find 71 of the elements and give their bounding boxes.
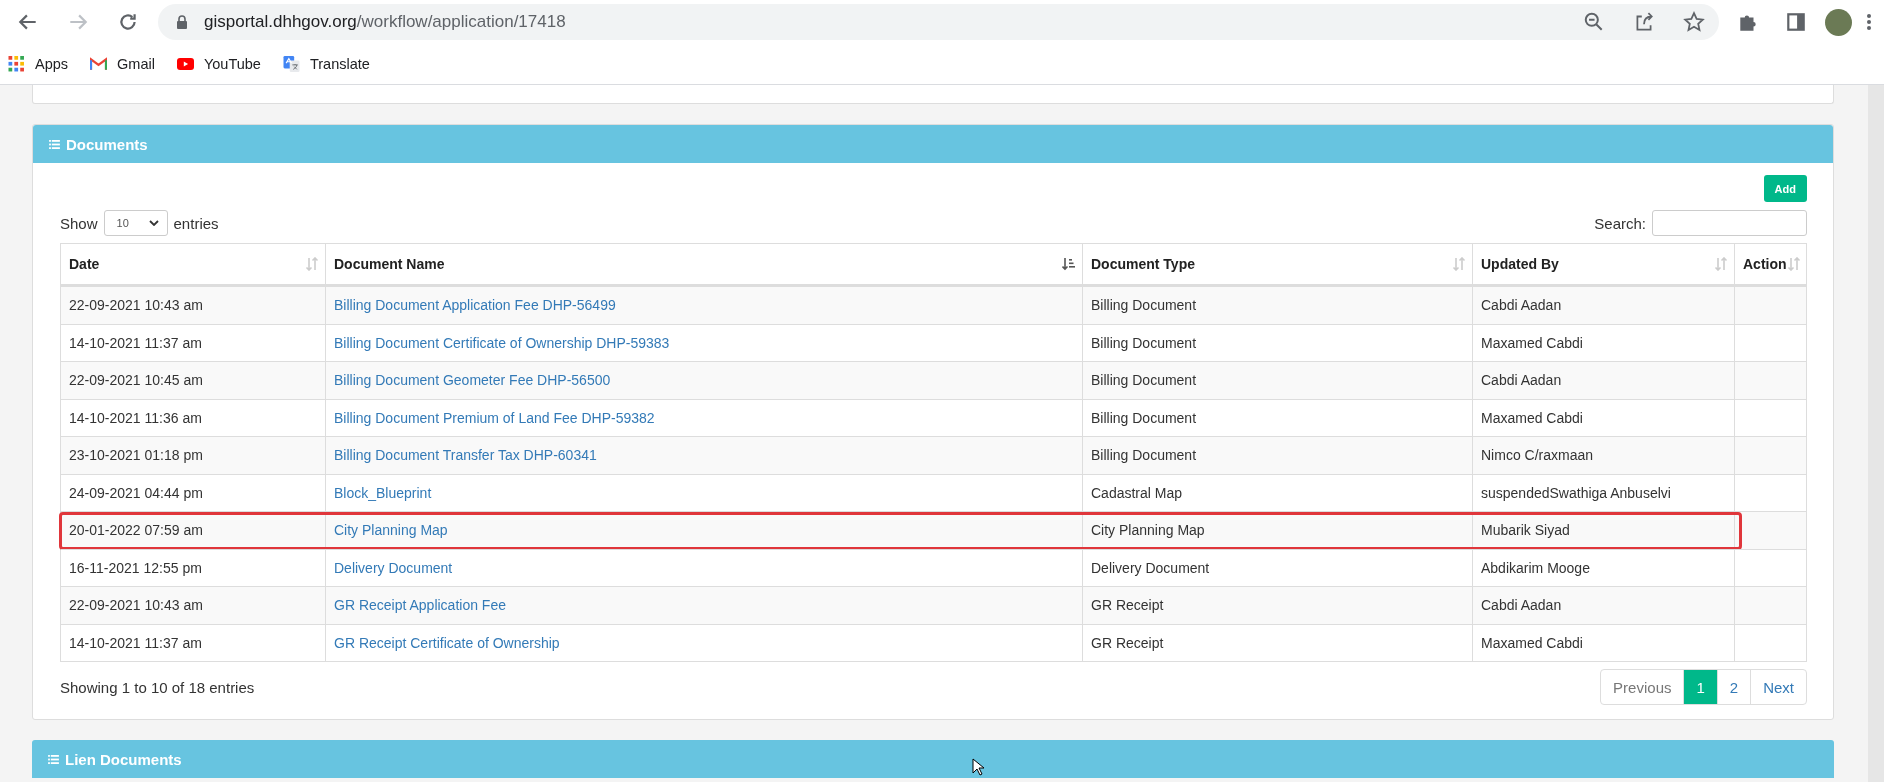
pagination-button[interactable]: 2 bbox=[1716, 670, 1751, 704]
document-link[interactable]: Billing Document Geometer Fee DHP-56500 bbox=[334, 372, 611, 389]
document-link[interactable]: City Planning Map bbox=[334, 522, 448, 539]
pagination-button[interactable]: Next bbox=[1750, 670, 1806, 704]
profile-avatar[interactable] bbox=[1825, 8, 1852, 36]
date-cell-text: 23-10-2021 01:18 pm bbox=[68, 446, 204, 466]
date-cell-text: 22-09-2021 10:43 am bbox=[68, 596, 204, 616]
updated-by-cell: Maxamed Cabdi bbox=[1472, 624, 1734, 661]
mail-icon bbox=[90, 56, 108, 72]
play-icon bbox=[176, 56, 194, 72]
column-header[interactable]: Action bbox=[1734, 244, 1807, 284]
more-icon[interactable] bbox=[1866, 12, 1872, 32]
updated-by-cell: Cabdi Aadan bbox=[1472, 362, 1734, 399]
bookmark[interactable]: Apps bbox=[8, 56, 69, 72]
bookmark[interactable]: Translate bbox=[282, 56, 370, 72]
side-panel-icon[interactable] bbox=[1785, 11, 1807, 33]
date-cell-text: 14-10-2021 11:37 am bbox=[68, 633, 203, 653]
panel-title: Lien Documents bbox=[65, 750, 182, 768]
updated-by-cell: Cabdi Aadan bbox=[1472, 287, 1734, 324]
column-header[interactable]: Date bbox=[61, 244, 325, 284]
document-link[interactable]: Delivery Document bbox=[334, 559, 453, 576]
date-cell-text: 22-09-2021 10:45 am bbox=[68, 371, 204, 391]
document-type-cell: GR Receipt bbox=[1082, 624, 1472, 661]
zoom-out-icon[interactable] bbox=[1583, 11, 1605, 33]
add-button[interactable]: Add bbox=[1763, 175, 1807, 202]
document-link[interactable]: GR Receipt Application Fee bbox=[334, 597, 506, 614]
search-label: Search: bbox=[1594, 214, 1646, 232]
document-link[interactable]: GR Receipt Certificate of Ownership bbox=[334, 634, 560, 651]
document-link[interactable]: Billing Document Premium of Land Fee DHP-59382 bbox=[334, 409, 655, 426]
updated-by-cell: Nimco C/raxmaan bbox=[1472, 437, 1734, 474]
pagination-button[interactable]: 1 bbox=[1683, 670, 1717, 704]
bookmark[interactable]: YouTube bbox=[176, 56, 261, 72]
date-cell-text: 14-10-2021 11:37 am bbox=[68, 333, 203, 353]
entries-info: Showing 1 to 10 of 18 entries bbox=[60, 678, 255, 696]
mouse-cursor-icon bbox=[972, 758, 984, 776]
reload-icon[interactable] bbox=[117, 11, 139, 33]
date-cell-text: 22-09-2021 10:43 am bbox=[68, 296, 204, 316]
document-link[interactable]: Block_Blueprint bbox=[334, 484, 432, 501]
list-icon bbox=[48, 754, 59, 764]
chevron-down-icon bbox=[148, 220, 159, 226]
panel-title: Documents bbox=[66, 135, 148, 153]
pagination-button[interactable]: Previous bbox=[1601, 670, 1684, 704]
document-type-cell: GR Receipt bbox=[1082, 587, 1472, 624]
list-icon bbox=[49, 139, 60, 149]
document-type-cell: Billing Document bbox=[1082, 362, 1472, 399]
translate-icon bbox=[282, 56, 300, 72]
document-link[interactable]: Billing Document Application Fee DHP-56499 bbox=[334, 297, 616, 314]
column-header[interactable]: Document Name bbox=[325, 244, 1082, 284]
updated-by-cell: Cabdi Aadan bbox=[1472, 587, 1734, 624]
document-type-cell: Billing Document bbox=[1082, 287, 1472, 324]
document-link[interactable]: Billing Document Certificate of Ownership DHP-59383 bbox=[334, 334, 670, 351]
grid-icon bbox=[8, 56, 25, 72]
date-cell-text: 24-09-2021 04:44 pm bbox=[68, 483, 204, 503]
address-bar[interactable]: gisportal.dhhgov.org/workflow/application/17418 bbox=[158, 4, 1719, 40]
lock-icon bbox=[176, 15, 188, 29]
column-header[interactable]: Document Type bbox=[1082, 244, 1472, 284]
show-label: Show bbox=[60, 214, 98, 232]
url-text: gisportal.dhhgov.org/workflow/application/17418 bbox=[204, 12, 566, 32]
star-icon[interactable] bbox=[1683, 11, 1705, 33]
search-field[interactable] bbox=[1652, 210, 1807, 236]
column-header[interactable]: Updated By bbox=[1472, 244, 1734, 284]
document-link[interactable]: Billing Document Transfer Tax DHP-60341 bbox=[334, 447, 597, 464]
document-type-cell: City Planning Map bbox=[1082, 512, 1472, 549]
entries-label: entries bbox=[173, 214, 219, 232]
page-size-select[interactable]: 10 bbox=[103, 210, 168, 236]
date-cell-text: 14-10-2021 11:36 am bbox=[68, 408, 203, 428]
date-cell-text: 20-01-2022 07:59 am bbox=[68, 521, 204, 541]
bookmark[interactable]: Gmail bbox=[90, 56, 155, 72]
updated-by-cell: Mubarik Siyad bbox=[1472, 512, 1734, 549]
document-type-cell: Billing Document bbox=[1082, 437, 1472, 474]
date-cell-text: 16-11-2021 12:55 pm bbox=[68, 558, 203, 578]
